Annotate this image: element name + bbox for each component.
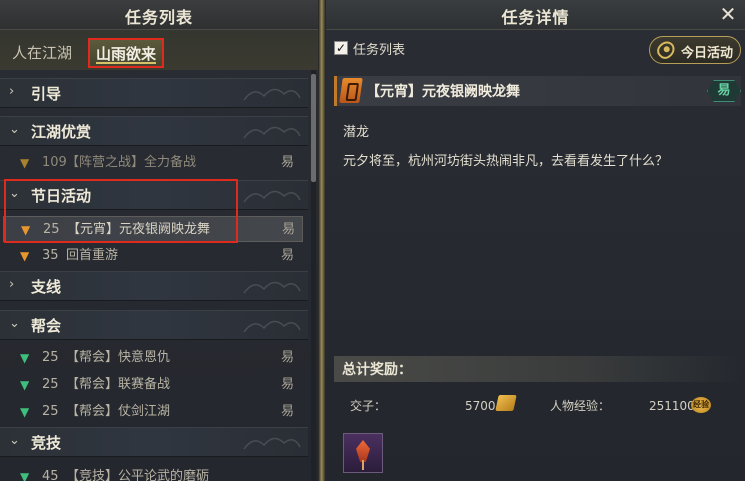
quest-difficulty: 易 [281, 155, 295, 170]
quest-list-checkbox[interactable]: ✓ [334, 41, 348, 55]
cloud-pattern-icon [243, 126, 301, 139]
quest-marker-icon: ▼ [20, 470, 30, 481]
quest-difficulty: 易 [282, 222, 296, 237]
quest-marker-icon: ▼ [20, 351, 30, 365]
quest-level: 25 [42, 350, 59, 365]
quest-detail-header: 任务详情 ✕ [326, 0, 745, 30]
cloud-pattern-icon [243, 320, 301, 333]
quest-level: 25 [43, 222, 60, 237]
today-activity-label: 今日活动 [681, 46, 734, 61]
exp-icon: 经验 [691, 397, 711, 413]
quest-item[interactable]: ▼ 35 回首重游 易 [0, 243, 308, 269]
reward-item-slot[interactable] [343, 433, 383, 473]
reward-title: 总计奖励： [342, 362, 412, 378]
options-row: ✓ 任务列表 今日活动 [326, 34, 745, 68]
quest-name: 【阵营之战】全力备战 [66, 155, 197, 170]
quest-title: 【元宵】元夜银阙映龙舞 [366, 84, 520, 100]
quest-item[interactable]: ▼ 25 【帮会】快意恩仇 易 [0, 345, 308, 371]
lantern-item-icon [356, 440, 370, 462]
quest-list-panel: 任务列表 人在江湖 山雨欲来 › 引导 ⌄ 江湖优赏 ▼ 109 【阵营之战】全… [0, 0, 318, 481]
quest-tree: › 引导 ⌄ 江湖优赏 ▼ 109 【阵营之战】全力备战 易 ⌄ 节日活动 ▼ … [0, 72, 312, 481]
cloud-pattern-icon [243, 88, 301, 101]
quest-level: 109 [42, 155, 67, 170]
category-yindao[interactable]: › 引导 [0, 78, 308, 108]
reward-header-bar: 总计奖励： [334, 356, 741, 382]
difficulty-badge: 易 [707, 80, 741, 102]
reward-label-exp: 人物经验： [550, 399, 611, 413]
category-jieri-huodong[interactable]: ⌄ 节日活动 [0, 180, 308, 210]
category-banghui[interactable]: ⌄ 帮会 [0, 310, 308, 340]
quest-name: 回首重游 [66, 248, 119, 263]
category-label: 节日活动 [31, 187, 92, 205]
category-zhixian[interactable]: › 支线 [0, 271, 308, 301]
quest-detail-panel: 任务详情 ✕ ✓ 任务列表 今日活动 【元宵】元夜银阙映龙舞 易 潜龙 元夕将至… [326, 0, 745, 481]
quest-marker-icon: ▼ [20, 378, 30, 392]
quest-name: 【帮会】快意恩仇 [66, 350, 171, 365]
location-pin-icon [653, 37, 679, 63]
close-icon[interactable]: ✕ [717, 2, 739, 26]
quest-description: 元夕将至，杭州河坊街头热闹非凡，去看看发生了什么？ [343, 154, 669, 169]
panel-title: 任务列表 [124, 8, 193, 27]
reward-value-jiaozi: 5700 [465, 399, 496, 413]
quest-item[interactable]: ▼ 25 【帮会】联赛备战 易 [0, 372, 308, 398]
quest-list-header: 任务列表 [0, 0, 318, 30]
tab-renzaijianghu[interactable]: 人在江湖 [6, 40, 78, 66]
quest-level: 45 [42, 469, 59, 481]
cloud-pattern-icon [243, 281, 301, 294]
cloud-pattern-icon [243, 190, 301, 203]
tab-shanyuyulai[interactable]: 山雨欲来 [88, 38, 164, 68]
quest-difficulty: 易 [281, 404, 295, 419]
quest-name: 【帮会】联赛备战 [66, 377, 171, 392]
chevron-down-icon: ⌄ [9, 122, 20, 137]
coin-icon [495, 395, 517, 411]
active-tab-indicator [96, 62, 156, 64]
chevron-right-icon: › [9, 84, 15, 99]
quest-difficulty: 易 [281, 350, 295, 365]
quest-item-selected[interactable]: ▼ 25 【元宵】元夜银阙映龙舞 易 [3, 216, 303, 242]
chevron-down-icon: ⌄ [9, 186, 20, 201]
quest-item[interactable]: ▼ 109 【阵营之战】全力备战 易 [0, 150, 308, 176]
reward-value-exp: 251100 [649, 399, 695, 413]
quest-subtitle: 潜龙 [343, 125, 370, 140]
scrollbar-thumb[interactable] [311, 74, 316, 182]
category-label: 江湖优赏 [31, 123, 92, 141]
quest-name: 【元宵】元夜银阙映龙舞 [67, 222, 211, 237]
cloud-pattern-icon [243, 437, 301, 450]
category-label: 引导 [31, 85, 62, 103]
panel-title: 任务详情 [501, 8, 570, 27]
quest-item[interactable]: ▼ 25 【帮会】仗剑江湖 易 [0, 399, 308, 425]
quest-scroll-icon [339, 78, 363, 103]
panel-divider [318, 0, 326, 481]
quest-marker-icon: ▼ [21, 223, 31, 237]
reward-label-jiaozi: 交子： [350, 399, 387, 413]
quest-level: 25 [42, 377, 59, 392]
quest-marker-icon: ▼ [20, 249, 30, 263]
tab-bar: 人在江湖 山雨欲来 [0, 30, 318, 70]
quest-name: 【帮会】仗剑江湖 [66, 404, 171, 419]
category-label: 支线 [31, 278, 62, 296]
chevron-down-icon: ⌄ [9, 316, 20, 331]
today-activity-button[interactable]: 今日活动 [649, 36, 741, 64]
quest-difficulty: 易 [281, 377, 295, 392]
chevron-down-icon: ⌄ [9, 433, 20, 448]
chevron-right-icon: › [9, 277, 15, 292]
category-label: 竞技 [31, 434, 62, 452]
checkbox-label[interactable]: 任务列表 [353, 39, 405, 58]
quest-difficulty: 易 [281, 248, 295, 263]
category-jianghuyoushang[interactable]: ⌄ 江湖优赏 [0, 116, 308, 146]
quest-marker-icon: ▼ [20, 156, 30, 170]
quest-title-bar: 【元宵】元夜银阙映龙舞 易 [334, 76, 741, 106]
quest-level: 35 [42, 248, 59, 263]
quest-marker-icon: ▼ [20, 405, 30, 419]
category-label: 帮会 [31, 317, 62, 335]
quest-item[interactable]: ▼ 45 【竞技】公平论武的磨砺 [0, 464, 308, 481]
quest-level: 25 [42, 404, 59, 419]
lantern-stem-icon [362, 460, 364, 470]
category-jingji[interactable]: ⌄ 竞技 [0, 427, 308, 457]
tab-label: 山雨欲来 [95, 45, 156, 63]
quest-name: 【竞技】公平论武的磨砺 [66, 469, 210, 481]
